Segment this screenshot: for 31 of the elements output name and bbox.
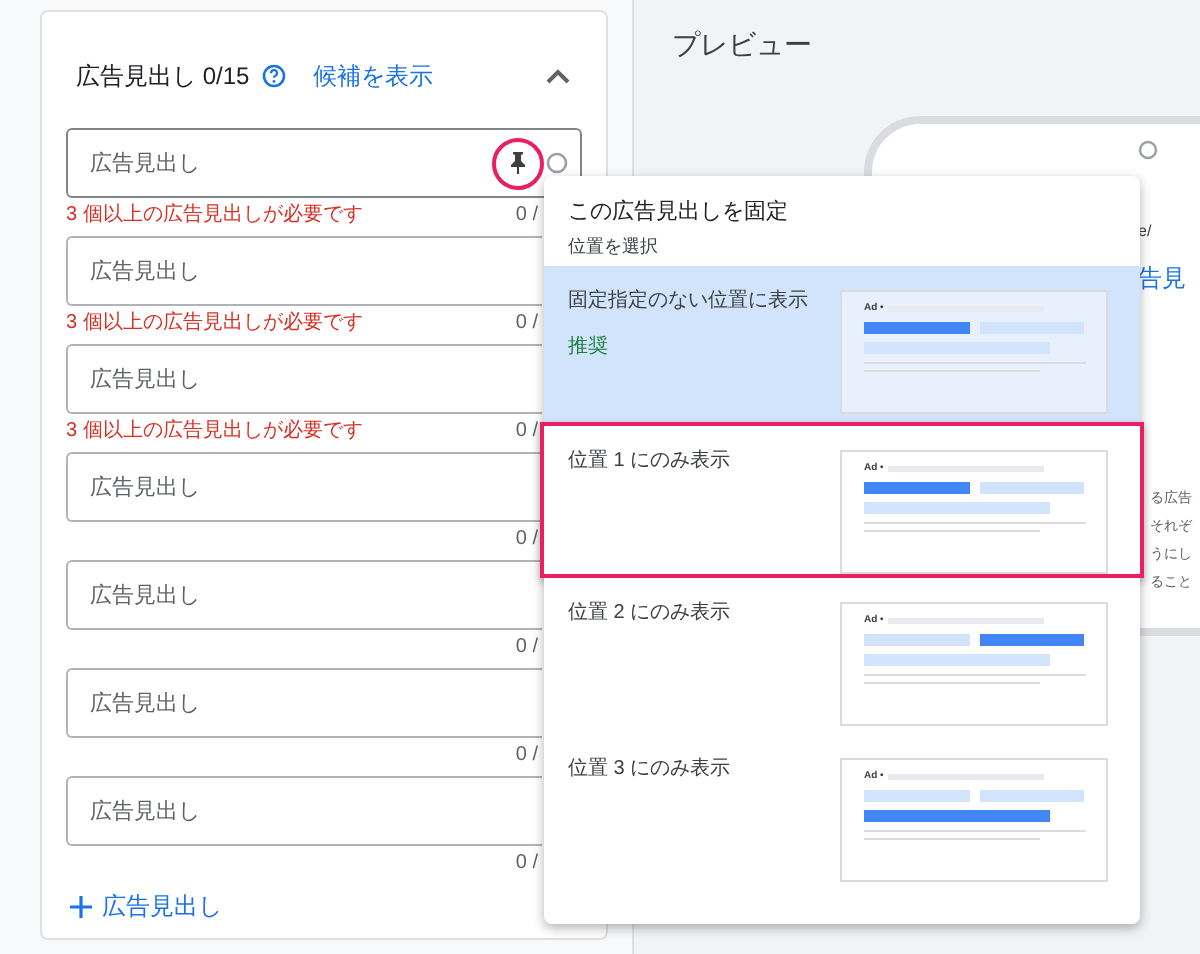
character-counter: 0 / xyxy=(515,742,538,770)
add-headline-button[interactable]: 広告見出し xyxy=(66,888,222,924)
preview-title: プレビュー xyxy=(672,26,812,64)
character-counter: 0 / xyxy=(515,202,538,230)
option-label: 位置 3 にのみ表示 xyxy=(568,755,731,784)
plus-icon xyxy=(70,895,92,917)
circle-icon xyxy=(546,152,568,174)
menu-title: この広告見出しを固定 xyxy=(568,197,788,228)
section-title: 広告見出し 0/15 xyxy=(76,60,250,94)
recommended-label: 推奨 xyxy=(568,333,608,362)
option-label: 位置 2 にのみ表示 xyxy=(568,599,731,628)
pin-button[interactable] xyxy=(492,137,544,189)
ad-headline: 告見 xyxy=(1138,262,1186,296)
headline-field[interactable]: 広告見出し xyxy=(66,128,582,198)
option-label: 位置 1 にのみ表示 xyxy=(568,447,731,476)
character-counter: 0 / xyxy=(515,634,538,662)
headline-input[interactable]: 広告見出し xyxy=(90,130,492,196)
help-icon xyxy=(261,64,286,88)
show-suggestions-link[interactable]: 候補を表示 xyxy=(313,58,434,94)
character-counter: 0 / xyxy=(515,850,538,878)
search-icon xyxy=(1138,140,1158,160)
error-message: 3 個以上の広告見出しが必要です xyxy=(66,417,363,446)
error-message: 3 個以上の広告見出しが必要です xyxy=(66,309,363,338)
character-counter: 0 / xyxy=(515,526,538,554)
pin-icon xyxy=(510,152,526,174)
menu-subtitle: 位置を選択 xyxy=(568,233,658,259)
character-counter: 0 / xyxy=(515,418,538,446)
character-counter: 0 / xyxy=(515,310,538,338)
error-message: 3 個以上の広告見出しが必要です xyxy=(66,201,363,230)
option-label: 固定指定のない位置に表示 xyxy=(568,287,808,316)
chevron-up-icon[interactable] xyxy=(544,66,572,86)
